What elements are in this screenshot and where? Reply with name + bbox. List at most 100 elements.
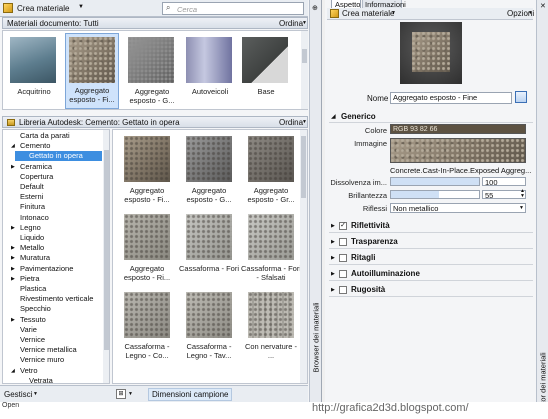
tree-scrollbar[interactable] [103,130,109,383]
library-material-tile[interactable]: Cassaforma - Fori [179,212,239,288]
tree-item[interactable]: Copertura [3,172,102,182]
tree-item[interactable]: Vernice [3,335,102,345]
property-section-header[interactable]: ▶ Autoilluminazione [329,267,533,281]
tree-item[interactable]: Default [3,182,102,192]
scrollbar-thumb[interactable] [301,136,306,198]
library-header[interactable]: Libreria Autodesk: Cemento: Gettato in o… [2,116,308,128]
material-tile[interactable]: Base [241,35,291,109]
chevron-down-icon[interactable]: ▼ [528,10,533,16]
property-section-header[interactable]: ▶ Trasparenza [329,235,533,249]
library-material-tile[interactable]: Aggregato esposto - Ri... [119,212,175,288]
material-tile-selected[interactable]: Aggregato esposto - Fi... [65,33,119,109]
document-materials-header[interactable]: Materiali documento: Tutti Ordina ▼ [2,17,308,29]
section-enable-checkbox[interactable]: ✓ [339,222,347,230]
chevron-down-icon[interactable]: ▼ [302,119,307,125]
tree-item[interactable]: Finitura [3,202,102,212]
collapsed-arrow-icon[interactable]: ▶ [11,264,15,274]
search-input[interactable]: ⌕ Cerca [162,2,304,15]
section-enable-checkbox[interactable] [339,254,347,262]
tree-item[interactable]: ▶ Muratura [3,253,102,263]
create-material-icon[interactable] [3,3,13,13]
collapsed-arrow-icon[interactable]: ▶ [11,315,15,325]
expanded-arrow-icon[interactable]: ◢ [11,141,15,151]
library-material-tile[interactable]: Aggregato esposto - G... [181,134,237,210]
property-section-header[interactable]: ▶ ✓ Riflettività [329,219,533,233]
tree-item[interactable]: Esterni [3,192,102,202]
chevron-down-icon[interactable]: ▼ [78,4,84,10]
create-material-button[interactable]: Crea materiale [342,9,394,18]
tree-item[interactable]: Varie [3,325,102,335]
tree-item[interactable]: Specchio [3,304,102,314]
library-material-tile[interactable]: Aggregato esposto - Fi... [119,134,175,210]
tree-item[interactable]: ◢ Cemento [3,141,102,151]
sort-button[interactable]: Ordina [279,19,303,28]
library-material-tile[interactable]: Aggregato esposto - Gr... [243,134,299,210]
collapsed-arrow-icon[interactable]: ▶ [11,162,15,172]
section-enable-checkbox[interactable] [339,270,347,278]
tree-item[interactable]: ▶ Pietra [3,274,102,284]
collapsed-arrow-icon[interactable]: ▶ [331,287,335,293]
material-tile[interactable]: Acquitrino [9,35,59,109]
highlights-select[interactable]: Non metallico [390,203,526,213]
material-tile[interactable]: Autoveicoli [185,35,235,109]
tab-appearance[interactable]: Aspetto [331,0,361,9]
library-material-tile[interactable]: Cassaforma - Legno - Co... [119,290,175,366]
create-material-icon[interactable] [330,9,339,18]
browser-side-tab[interactable]: ⊕ Browser dei materiali [309,0,321,402]
tree-item[interactable]: ▶ Ceramica [3,162,102,172]
tree-item-selected[interactable]: Gettato in opera [15,151,102,162]
tree-item[interactable]: Vernice metallica [3,345,102,355]
tree-item[interactable]: Vetrata [3,376,102,383]
name-field[interactable]: Aggregato esposto - Fine [390,92,512,104]
editor-side-tab[interactable]: ✕ Editor dei materiali [536,0,548,415]
scrollbar-thumb[interactable] [104,150,109,350]
tree-item[interactable]: Carta da parati [3,131,102,141]
view-toggle-icon[interactable]: ⊞ [116,389,126,399]
chevron-down-icon[interactable]: ▼ [302,20,307,26]
tree-item[interactable]: Plastica [3,284,102,294]
section-enable-checkbox[interactable] [339,238,347,246]
property-section-header[interactable]: ▶ Ritagli [329,251,533,265]
library-material-tile[interactable]: Con nervature - ... [243,290,299,366]
pin-icon[interactable]: ⊕ [312,4,318,12]
tree-item[interactable]: Rivestimento verticale [3,294,102,304]
manage-menu[interactable]: Gestisci [4,390,32,399]
chevron-down-icon[interactable]: ▼ [128,391,133,397]
image-fade-slider[interactable] [390,177,480,186]
image-swatch[interactable] [390,138,526,163]
tree-item[interactable]: ▶ Legno [3,223,102,233]
collapsed-arrow-icon[interactable]: ▶ [11,253,15,263]
scrollbar-thumb[interactable] [302,49,307,63]
close-icon[interactable]: ✕ [540,2,546,10]
glossiness-slider[interactable] [390,190,480,199]
chevron-down-icon[interactable]: ◢ [331,113,336,120]
generic-section-header[interactable]: ◢ Generico [329,111,533,123]
sample-size-label[interactable]: Dimensioni campione [148,388,233,401]
collapsed-arrow-icon[interactable]: ▶ [331,239,335,245]
image-filename[interactable]: Concrete.Cast-In-Place.Exposed Aggreg... [390,166,531,175]
collapsed-arrow-icon[interactable]: ▶ [331,223,335,229]
chevron-down-icon[interactable]: ▼ [33,391,38,397]
collapsed-arrow-icon[interactable]: ▶ [331,271,335,277]
scrollbar[interactable] [301,31,308,109]
tree-item[interactable]: Liquido [3,233,102,243]
chevron-down-icon[interactable]: ▼ [391,10,396,16]
material-browser-icon[interactable] [515,91,527,103]
spinner-icon[interactable]: ▲ ▼ [520,189,525,199]
image-fade-value[interactable]: 100 [482,177,526,187]
collapsed-arrow-icon[interactable]: ▶ [11,243,15,253]
property-section-header[interactable]: ▶ Rugosità [329,283,533,297]
chevron-down-icon[interactable]: ▼ [519,205,524,211]
collapsed-arrow-icon[interactable]: ▶ [11,274,15,284]
collapsed-arrow-icon[interactable]: ▶ [331,255,335,261]
library-material-tile[interactable]: Cassaforma - Legno - Tav... [181,290,237,366]
collapsed-arrow-icon[interactable]: ▶ [11,223,15,233]
tree-item[interactable]: ▶ Tessuto [3,315,102,325]
expanded-arrow-icon[interactable]: ◢ [11,366,15,376]
color-field[interactable]: RGB 93 82 66 [390,124,526,134]
section-enable-checkbox[interactable] [339,286,347,294]
grid-scrollbar[interactable] [300,130,307,383]
tree-item[interactable]: Vernice muro [3,355,102,365]
create-material-menu[interactable]: Crea materiale [17,4,69,13]
tree-item[interactable]: ▶ Metallo [3,243,102,253]
